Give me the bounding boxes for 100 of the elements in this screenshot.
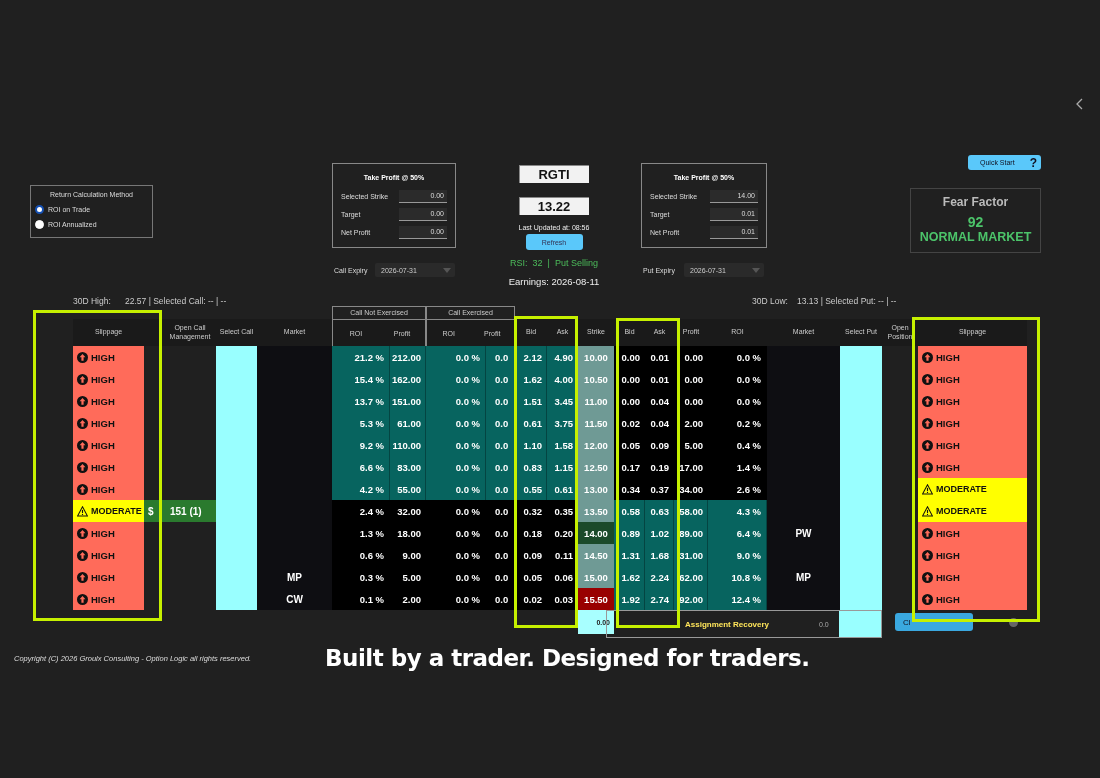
table-cell: 0.0 [486, 588, 515, 610]
table-cell: 34.00 [674, 478, 708, 500]
table-cell: 0.09 [515, 544, 547, 566]
warning-icon [922, 483, 933, 495]
table-cell: 2.4 % [332, 500, 390, 522]
table-cell: 0.0 [486, 566, 515, 588]
select-cell[interactable] [839, 611, 881, 637]
table-cell: 13.7 % [332, 390, 390, 412]
caret-icon [443, 267, 451, 273]
table-cell: 0.0 % [708, 346, 767, 368]
position-cell[interactable]: $ 151 (1) [144, 500, 216, 522]
table-cell: 0.04 [645, 412, 674, 434]
table-cell: 5.00 [390, 566, 426, 588]
table-cell: 0.05 [515, 566, 547, 588]
table-cell: 9.00 [390, 544, 426, 566]
slippage-label: HIGH [91, 483, 115, 495]
slippage-label: HIGH [936, 373, 960, 385]
market-cell: PW [767, 522, 840, 544]
panel-title: Fear Factor [942, 195, 1009, 209]
strike-cell[interactable]: 15.50 [578, 588, 614, 610]
slippage-label: HIGH [91, 593, 115, 605]
earnings-text: Earnings: 2026-08-11 [508, 276, 600, 287]
table-cell: 2.12 [515, 346, 547, 368]
up-arrow-icon [922, 527, 933, 539]
help-icon[interactable]: ? [1029, 155, 1037, 170]
table-cell: 9.2 % [332, 434, 390, 456]
up-arrow-icon [77, 417, 88, 429]
table-cell: 5.3 % [332, 412, 390, 434]
table-cell: 10.8 % [708, 566, 767, 588]
slippage-label: HIGH [936, 549, 960, 561]
up-arrow-icon [77, 395, 88, 407]
radio-button[interactable] [35, 205, 44, 214]
slippage-label: HIGH [936, 527, 960, 539]
table-cell: 0.0 [486, 368, 515, 390]
slippage-label: HIGH [936, 395, 960, 407]
table-cell: 0.09 [645, 434, 674, 456]
table-cell: 0.01 [645, 368, 674, 390]
table-cell: 212.00 [390, 346, 426, 368]
market-cell: MP [257, 566, 332, 588]
table-cell: 0.83 [515, 456, 547, 478]
table-cell: 1.4 % [708, 456, 767, 478]
table-cell: 61.00 [390, 412, 426, 434]
slippage-label: HIGH [936, 571, 960, 583]
price-display: 13.22 [519, 197, 589, 215]
slippage-label: HIGH [936, 417, 960, 429]
up-arrow-icon [77, 571, 88, 583]
slippage-label: HIGH [936, 351, 960, 363]
table-cell: 0.0 % [426, 478, 486, 500]
slippage-label: MODERATE [936, 506, 987, 516]
table-cell: 0.04 [645, 390, 674, 412]
table-cell: 0.0 % [426, 434, 486, 456]
table-cell: 55.00 [390, 478, 426, 500]
up-arrow-icon [922, 439, 933, 451]
table-cell: 0.0 % [708, 390, 767, 412]
table-cell: 0.0 [486, 456, 515, 478]
table-cell: 0.0 % [426, 412, 486, 434]
table-cell: 6.4 % [708, 522, 767, 544]
table-cell: 5.00 [674, 434, 708, 456]
table-cell: 0.0 [486, 412, 515, 434]
table-cell: 0.0 [486, 434, 515, 456]
table-cell: 2.00 [390, 588, 426, 610]
table-cell: 18.00 [390, 522, 426, 544]
table-cell: 6.6 % [332, 456, 390, 478]
table-cell: 162.00 [390, 368, 426, 390]
up-arrow-icon [77, 527, 88, 539]
table-cell: 62.00 [674, 566, 708, 588]
up-arrow-icon [922, 549, 933, 561]
table-cell: 0.00 [674, 368, 708, 390]
table-cell: 1.3 % [332, 522, 390, 544]
select-cell[interactable] [216, 346, 257, 368]
slippage-label: HIGH [936, 439, 960, 451]
ticker-symbol: RGTI [519, 165, 589, 183]
slippage-label: HIGH [91, 351, 115, 363]
warning-icon [77, 505, 88, 517]
table-cell: 0.0 [486, 522, 515, 544]
chevron-left-icon[interactable] [1076, 98, 1084, 110]
table-cell: 92.00 [674, 588, 708, 610]
table-cell: 0.32 [515, 500, 547, 522]
table-cell: 12.4 % [708, 588, 767, 610]
up-arrow-icon [77, 593, 88, 605]
range-label: 30D High: [73, 296, 112, 306]
slippage-label: HIGH [91, 571, 115, 583]
slippage-label: MODERATE [936, 484, 987, 494]
table-cell: 0.0 % [426, 544, 486, 566]
select-cell[interactable] [840, 346, 882, 368]
table-cell: 0.0 % [426, 522, 486, 544]
strike-cell[interactable]: 14.00 [578, 522, 614, 544]
market-status: NORMAL MARKET [919, 230, 1032, 244]
slippage-label: HIGH [91, 373, 115, 385]
table-cell: 31.00 [674, 544, 708, 566]
up-arrow-icon [922, 461, 933, 473]
table-cell: 83.00 [390, 456, 426, 478]
warning-icon [922, 505, 933, 517]
table-cell: 32.00 [390, 500, 426, 522]
table-cell: 0.0 [486, 478, 515, 500]
range-value: 22.57 | Selected Call: -- | -- [125, 296, 227, 306]
table-cell: 0.0 % [426, 500, 486, 522]
select-cell[interactable] [840, 588, 882, 610]
table-cell: 0.63 [645, 500, 674, 522]
select-cell[interactable] [216, 588, 257, 610]
